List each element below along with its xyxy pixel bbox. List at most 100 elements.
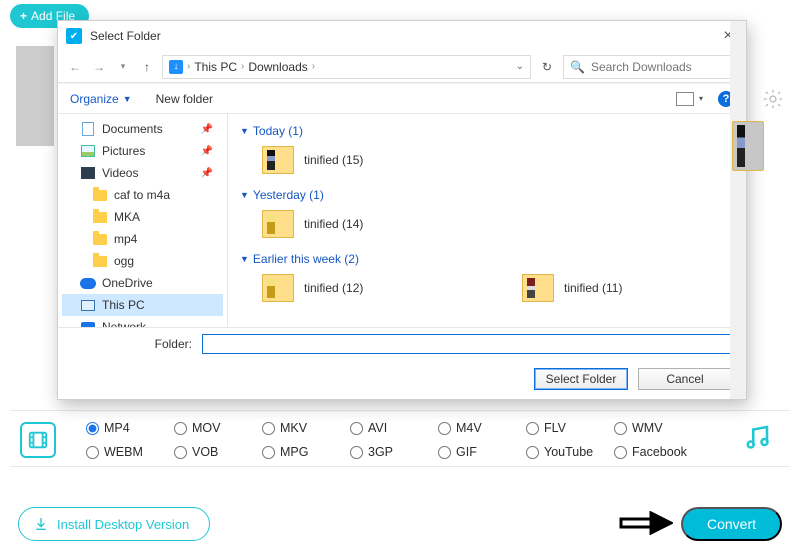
cancel-button[interactable]: Cancel: [638, 368, 732, 390]
format-label: WEBM: [104, 445, 143, 459]
plus-icon: +: [20, 9, 27, 23]
folder-icon: [92, 254, 108, 268]
forward-icon[interactable]: →: [90, 58, 108, 76]
sidebar-item-mka[interactable]: MKA: [62, 206, 223, 228]
install-desktop-button[interactable]: Install Desktop Version: [18, 507, 210, 541]
refresh-icon[interactable]: ↻: [537, 57, 557, 77]
sidebar-item-caf-to-m4a[interactable]: caf to m4a: [62, 184, 223, 206]
sidebar-item-documents[interactable]: Documents📌: [62, 118, 223, 140]
convert-button[interactable]: Convert: [681, 507, 782, 541]
format-option-avi[interactable]: AVI: [350, 421, 438, 435]
view-mode-icon[interactable]: [676, 92, 694, 106]
queue-placeholder: [16, 46, 54, 146]
footer-bar: Install Desktop Version Convert: [0, 507, 800, 541]
format-radio[interactable]: [350, 422, 363, 435]
select-folder-button[interactable]: Select Folder: [534, 368, 628, 390]
format-option-mov[interactable]: MOV: [174, 421, 262, 435]
sidebar-item-onedrive[interactable]: OneDrive: [62, 272, 223, 294]
format-radio[interactable]: [174, 422, 187, 435]
sidebar-item-label: Network: [102, 320, 146, 327]
path-breadcrumb[interactable]: ↓ › This PC › Downloads › ⌄: [162, 55, 531, 79]
format-option-vob[interactable]: VOB: [174, 445, 262, 459]
organize-label: Organize: [70, 92, 119, 106]
format-radio[interactable]: [614, 446, 627, 459]
pin-icon: 📌: [201, 168, 213, 179]
pc-icon: [80, 298, 96, 312]
format-option-m4v[interactable]: M4V: [438, 421, 526, 435]
pic-icon: [80, 144, 96, 158]
format-radio[interactable]: [614, 422, 627, 435]
search-input[interactable]: [591, 60, 731, 74]
settings-icon[interactable]: [762, 88, 784, 110]
format-option-3gp[interactable]: 3GP: [350, 445, 438, 459]
format-label: Facebook: [632, 445, 687, 459]
folder-tree-sidebar[interactable]: Documents📌Pictures📌Videos📌caf to m4aMKAm…: [58, 114, 228, 327]
breadcrumb-segment[interactable]: This PC: [194, 60, 237, 74]
format-label: MP4: [104, 421, 130, 435]
formats-panel: MP4 MOVMKVAVIM4V FLV WMV WEBM VOBMPG3GPGIFYou…: [0, 414, 800, 466]
section-heading[interactable]: ▼Earlier this week (2): [240, 252, 734, 266]
folder-icon: [92, 188, 108, 202]
folder-content-pane[interactable]: ▼Today (1) tinified (15) ▼Yesterday (1) tin…: [228, 114, 746, 327]
folder-item[interactable]: tinified (14): [262, 210, 442, 238]
folder-icon: [522, 274, 554, 302]
folder-name-row: Folder:: [58, 327, 746, 359]
format-radio[interactable]: [526, 422, 539, 435]
format-radio[interactable]: [86, 422, 99, 435]
vid-icon: [80, 166, 96, 180]
chevron-down-icon[interactable]: ⌄: [516, 61, 524, 72]
toolbar: Organize ▼ New folder ?: [58, 83, 746, 113]
format-radio[interactable]: [438, 422, 451, 435]
chevron-down-icon: ▼: [240, 254, 249, 264]
format-radio[interactable]: [262, 422, 275, 435]
downloads-icon: ↓: [169, 60, 183, 74]
format-radio[interactable]: [438, 446, 451, 459]
new-folder-button[interactable]: New folder: [156, 92, 213, 106]
format-option-mp4[interactable]: MP4: [86, 421, 174, 435]
format-radio[interactable]: [174, 446, 187, 459]
back-icon[interactable]: ←: [66, 58, 84, 76]
format-option-facebook[interactable]: Facebook: [614, 445, 702, 459]
sidebar-item-network[interactable]: Network: [62, 316, 223, 327]
format-option-mpg[interactable]: MPG: [262, 445, 350, 459]
format-option-mkv[interactable]: MKV: [262, 421, 350, 435]
format-option-webm[interactable]: WEBM: [86, 445, 174, 459]
format-radio[interactable]: [86, 446, 99, 459]
section-heading[interactable]: ▼Yesterday (1): [240, 188, 734, 202]
format-option-gif[interactable]: GIF: [438, 445, 526, 459]
cloud-icon: [80, 276, 96, 290]
install-label: Install Desktop Version: [57, 517, 189, 532]
app-icon: ✔: [66, 28, 82, 44]
breadcrumb-segment[interactable]: Downloads: [248, 60, 307, 74]
sidebar-item-ogg[interactable]: ogg: [62, 250, 223, 272]
pin-icon: 📌: [201, 124, 213, 135]
chevron-right-icon: ›: [187, 61, 190, 72]
video-mode-icon[interactable]: [20, 422, 56, 458]
format-option-youtube[interactable]: YouTube: [526, 445, 614, 459]
folder-item[interactable]: tinified (12): [262, 274, 442, 302]
organize-menu[interactable]: Organize ▼: [70, 92, 132, 106]
dialog-button-row: Select Folder Cancel: [58, 359, 746, 399]
doc-icon: [80, 122, 96, 136]
format-radio[interactable]: [350, 446, 363, 459]
folder-item[interactable]: tinified (11): [522, 274, 702, 302]
sidebar-item-pictures[interactable]: Pictures📌: [62, 140, 223, 162]
folder-icon: [92, 232, 108, 246]
format-label: FLV: [544, 421, 566, 435]
sidebar-item-mp4[interactable]: mp4: [62, 228, 223, 250]
up-icon[interactable]: ↑: [138, 58, 156, 76]
chevron-down-icon: ▼: [123, 94, 132, 104]
sidebar-item-this-pc[interactable]: This PC: [62, 294, 223, 316]
sidebar-item-videos[interactable]: Videos📌: [62, 162, 223, 184]
folder-item[interactable]: tinified (15): [262, 146, 442, 174]
format-radio[interactable]: [262, 446, 275, 459]
format-option-flv[interactable]: FLV: [526, 421, 614, 435]
section-heading[interactable]: ▼Today (1): [240, 124, 734, 138]
sidebar-item-label: ogg: [114, 254, 134, 268]
format-radio[interactable]: [526, 446, 539, 459]
chevron-down-icon[interactable]: ▾: [114, 58, 132, 76]
folder-input[interactable]: [202, 334, 732, 354]
audio-mode-icon[interactable]: [742, 422, 776, 456]
format-option-wmv[interactable]: WMV: [614, 421, 702, 435]
search-box[interactable]: 🔍: [563, 55, 738, 79]
